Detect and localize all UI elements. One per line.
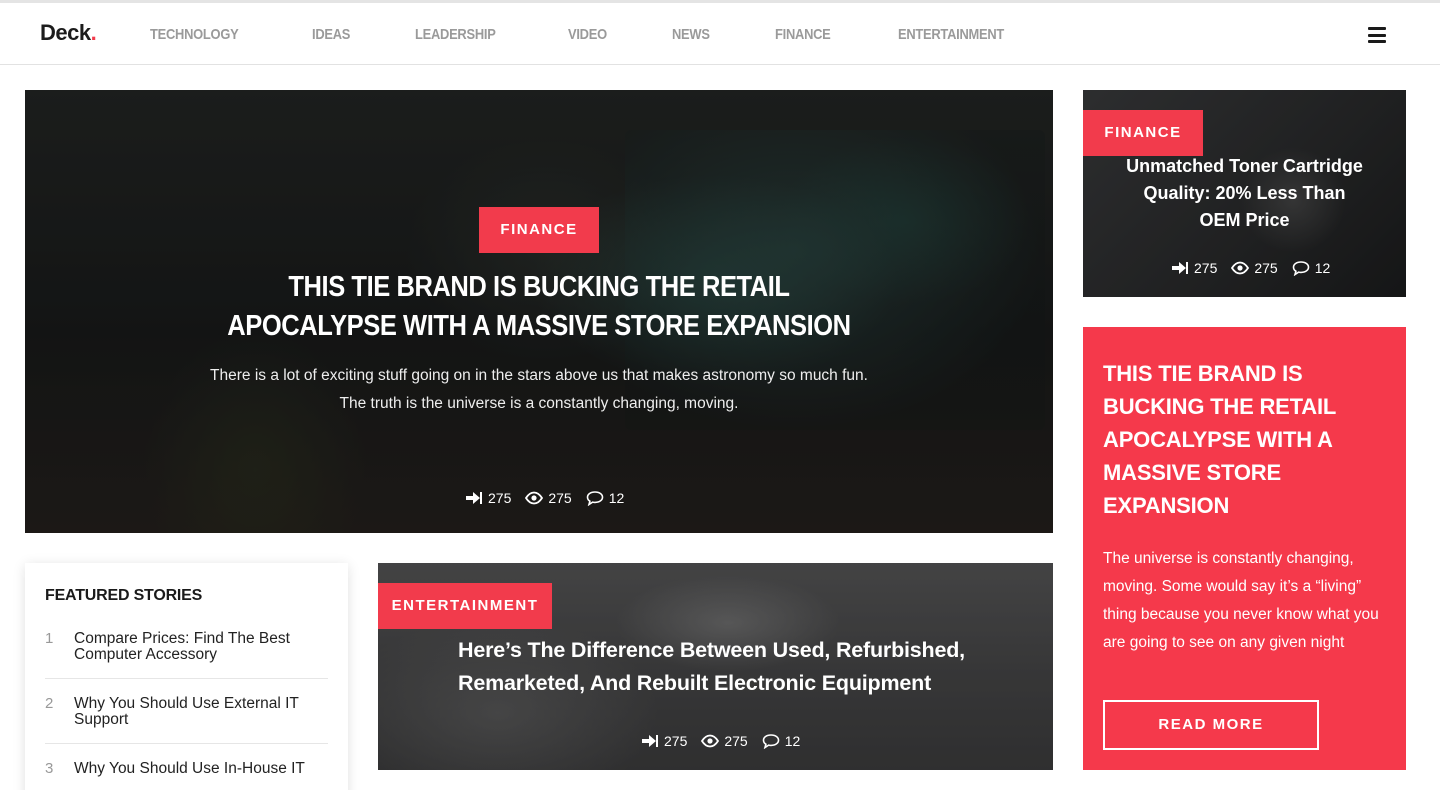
shares-value: 275	[1194, 260, 1218, 276]
logo-dot: .	[90, 20, 97, 45]
share-icon	[1172, 262, 1188, 274]
promo-article-card: THIS TIE BRAND IS BUCKING THE RETAIL APO…	[1083, 327, 1406, 770]
hero-article[interactable]: FINANCE THIS TIE BRAND IS BUCKING THE RE…	[25, 90, 1053, 533]
story-number: 3	[45, 760, 54, 777]
nav-item-news[interactable]: NEWS	[672, 26, 710, 43]
share-icon	[466, 492, 482, 504]
shares-count: 275	[1171, 260, 1217, 276]
logo-text: Deck	[40, 20, 91, 45]
main-nav: TECHNOLOGY IDEAS LEADERSHIP VIDEO NEWS F…	[150, 3, 1081, 65]
comments-value: 12	[784, 733, 801, 749]
list-item[interactable]: 2 Why You Should Use External IT Support	[45, 696, 328, 744]
featured-stories-list: 1 Compare Prices: Find The Best Computer…	[45, 631, 328, 790]
nav-item-ideas[interactable]: IDEAS	[312, 26, 350, 43]
comments-count: 12	[1292, 260, 1331, 276]
nav-item-technology[interactable]: TECHNOLOGY	[150, 26, 239, 43]
shares-count: 275	[465, 490, 511, 506]
nav-item-entertainment[interactable]: ENTERTAINMENT	[898, 26, 1004, 43]
comments-value: 12	[608, 490, 625, 506]
shares-value: 275	[488, 490, 512, 506]
story-number: 1	[45, 630, 54, 647]
comments-count: 12	[586, 490, 625, 506]
nav-item-video[interactable]: VIDEO	[568, 26, 607, 43]
side-category-tag[interactable]: FINANCE	[1083, 110, 1203, 156]
nav-item-finance[interactable]: FINANCE	[775, 26, 831, 43]
views-value: 275	[724, 733, 748, 749]
views-value: 275	[548, 490, 572, 506]
eye-icon	[525, 491, 544, 505]
nav-item-leadership[interactable]: LEADERSHIP	[415, 26, 496, 43]
side-article-title[interactable]: Unmatched Toner Cartridge Quality: 20% L…	[1123, 153, 1366, 234]
list-item[interactable]: 1 Compare Prices: Find The Best Computer…	[45, 631, 328, 679]
list-item[interactable]: 3 Why You Should Use In-House IT	[45, 761, 328, 790]
promo-article-title[interactable]: THIS TIE BRAND IS BUCKING THE RETAIL APO…	[1103, 357, 1393, 522]
views-count: 275	[525, 490, 572, 506]
share-icon	[642, 735, 658, 747]
comment-icon	[762, 734, 780, 749]
comments-count: 12	[762, 733, 801, 749]
story-link[interactable]: Why You Should Use In-House IT	[74, 761, 328, 777]
eye-icon	[1231, 261, 1250, 275]
shares-count: 275	[641, 733, 687, 749]
comment-icon	[1292, 261, 1310, 276]
story-link[interactable]: Why You Should Use External IT Support	[74, 696, 328, 728]
promo-article-description: The universe is constantly changing, mov…	[1103, 550, 1379, 651]
eye-icon	[701, 734, 720, 748]
views-count: 275	[701, 733, 748, 749]
hero-title[interactable]: THIS TIE BRAND IS BUCKING THE RETAIL APO…	[219, 268, 860, 346]
side-article-meta: 275 275 12	[1171, 260, 1330, 276]
story-number: 2	[45, 695, 54, 712]
hero-meta: 275 275 12	[465, 490, 624, 506]
menu-icon[interactable]	[1368, 27, 1386, 43]
comments-value: 12	[1314, 260, 1331, 276]
shares-value: 275	[664, 733, 688, 749]
featured-stories-heading: FEATURED STORIES	[45, 587, 203, 604]
hero-category-tag[interactable]: FINANCE	[479, 207, 599, 253]
read-more-button[interactable]: READ MORE	[1103, 700, 1319, 750]
story-link[interactable]: Compare Prices: Find The Best Computer A…	[74, 631, 328, 663]
comment-icon	[586, 491, 604, 506]
views-count: 275	[1231, 260, 1278, 276]
secondary-article-title[interactable]: Here’s The Difference Between Used, Refu…	[458, 634, 998, 700]
site-logo[interactable]: Deck.	[40, 20, 97, 46]
site-header: Deck. TECHNOLOGY IDEAS LEADERSHIP VIDEO …	[0, 3, 1440, 65]
secondary-article-meta: 275 275 12	[641, 733, 800, 749]
hero-description: There is a lot of exciting stuff going o…	[210, 367, 868, 412]
views-value: 275	[1254, 260, 1278, 276]
side-article-card[interactable]: FINANCE Unmatched Toner Cartridge Qualit…	[1083, 90, 1406, 297]
secondary-category-tag[interactable]: ENTERTAINMENT	[378, 583, 552, 629]
secondary-article-card[interactable]: ENTERTAINMENT Here’s The Difference Betw…	[378, 563, 1053, 770]
featured-stories-widget: FEATURED STORIES 1 Compare Prices: Find …	[25, 563, 348, 790]
